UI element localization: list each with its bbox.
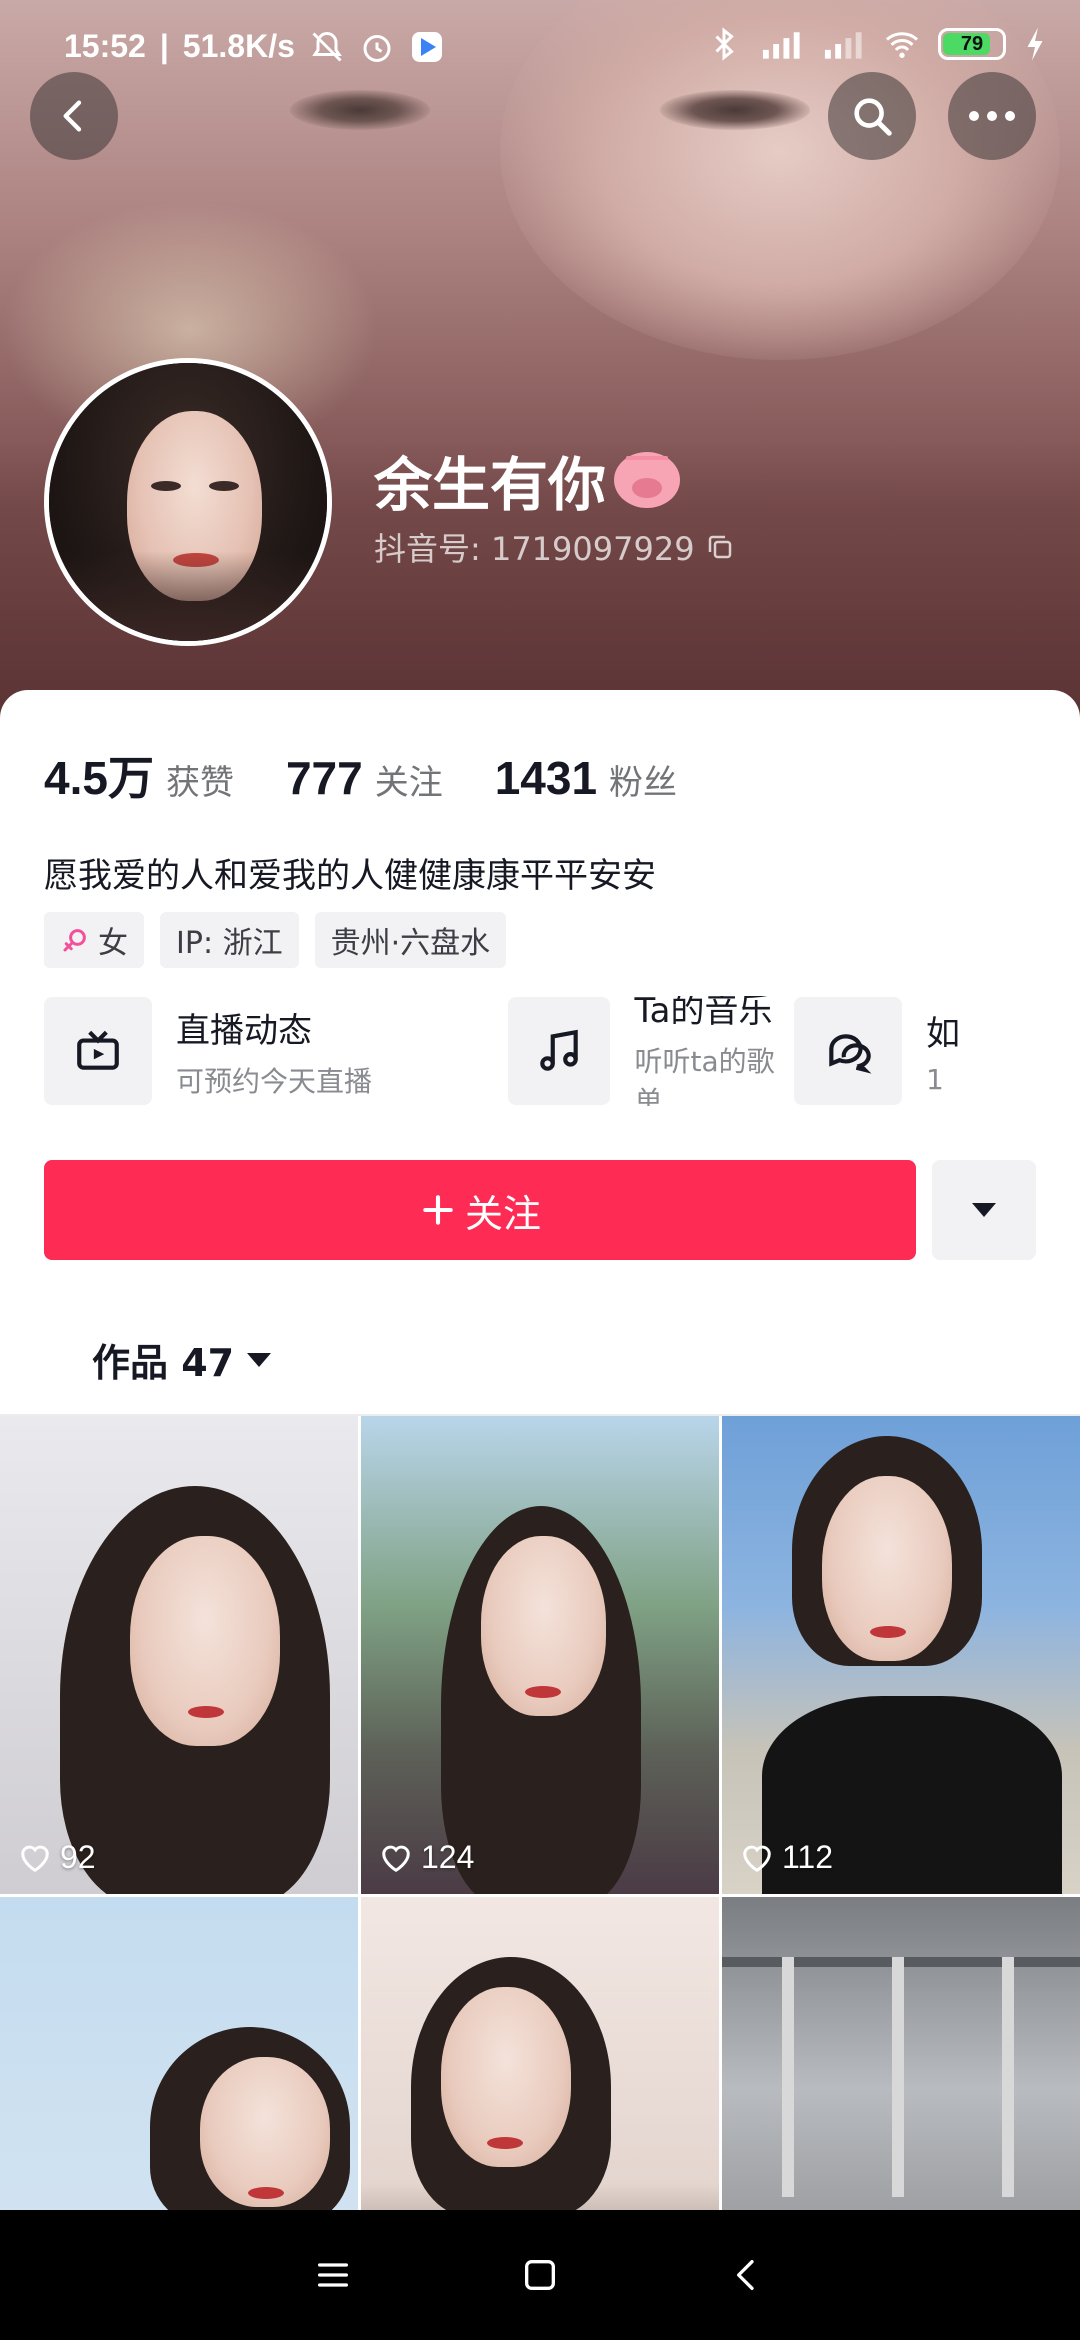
like-count-value: 124: [421, 1839, 475, 1875]
heart-icon: [743, 1845, 771, 1872]
following-label[interactable]: 关注: [375, 755, 443, 804]
profile-name-text: 余生有你: [374, 451, 607, 519]
app-icon: [411, 31, 442, 62]
followers-count[interactable]: 1431: [495, 751, 597, 805]
battery-level: 79: [960, 32, 984, 55]
triangle-down-icon: [972, 1203, 996, 1217]
feature-group[interactable]: 如 1: [794, 996, 1080, 1106]
bio: 愿我爱的人和爱我的人健健康康平平安安: [44, 856, 656, 896]
tag-list: 女 IP: 浙江 贵州·六盘水: [44, 912, 507, 968]
feature-live[interactable]: 直播动态 可预约今天直播: [44, 996, 508, 1106]
like-count: 92: [18, 1839, 96, 1876]
menu-icon[interactable]: [313, 2255, 353, 2295]
mute-bell-icon: [312, 31, 342, 62]
tag-gender: 女: [44, 912, 144, 968]
like-count-value: 92: [60, 1839, 96, 1875]
feature-music[interactable]: Ta的音乐 听听ta的歌单: [508, 996, 794, 1106]
feature-group-subtitle: 1: [926, 1063, 944, 1096]
likes-count[interactable]: 4.5万: [44, 742, 154, 808]
female-icon: [63, 929, 86, 952]
more-horizontal-icon: [969, 111, 1015, 121]
profile-name: 余生有你: [374, 438, 681, 522]
video-thumbnail[interactable]: [0, 1897, 358, 2210]
search-button[interactable]: [828, 72, 916, 160]
video-thumbnail[interactable]: 112: [722, 1416, 1080, 1894]
video-thumbnail[interactable]: [722, 1897, 1080, 2210]
status-net-speed: 51.8K/s: [182, 28, 295, 64]
pig-face-icon: [614, 452, 681, 508]
triangle-down-icon: [247, 1352, 272, 1367]
plus-icon: [423, 1195, 453, 1225]
followers-label[interactable]: 粉丝: [609, 755, 677, 804]
more-button[interactable]: [948, 72, 1036, 160]
feature-music-subtitle: 听听ta的歌单: [634, 1044, 775, 1107]
battery-icon: 79: [938, 28, 1006, 60]
feature-live-title: 直播动态: [176, 1010, 312, 1051]
feature-group-title: 如: [926, 1014, 960, 1054]
like-count: 124: [379, 1839, 474, 1876]
chevron-left-icon: [63, 100, 82, 132]
tab-works-label: 作品 47: [92, 1341, 235, 1385]
feature-row: 直播动态 可预约今天直播 Ta的音乐 听听ta的歌单 如 1: [44, 996, 1080, 1106]
copy-icon[interactable]: [705, 532, 735, 562]
feature-music-title: Ta的音乐: [634, 996, 773, 1031]
likes-label[interactable]: 获赞: [166, 755, 234, 804]
like-count-value: 112: [782, 1839, 834, 1875]
like-count: 112: [740, 1839, 833, 1876]
stats-row: 4.5万 获赞 777 关注 1431 粉丝: [44, 742, 717, 808]
douyin-id: 抖音号: 1719097929: [374, 530, 695, 568]
follow-label: 关注: [464, 1191, 541, 1236]
chat-bubbles-icon: [794, 997, 902, 1105]
system-nav-bar: [0, 2210, 1080, 2340]
video-thumbnail[interactable]: 124: [361, 1416, 719, 1894]
home-square-icon[interactable]: [520, 2255, 560, 2295]
video-grid: 92 124 112: [0, 1416, 1080, 2210]
status-bar: 15:52 | 51.8K/s 79: [0, 0, 1080, 100]
video-thumbnail[interactable]: 92: [0, 1416, 358, 1894]
avatar[interactable]: [44, 358, 332, 646]
video-thumbnail[interactable]: [361, 1897, 719, 2210]
back-button[interactable]: [30, 72, 118, 160]
wifi-icon: [886, 32, 918, 58]
recommend-toggle-button[interactable]: [932, 1160, 1036, 1260]
signal-hd-icon: [762, 32, 800, 59]
feature-live-subtitle: 可预约今天直播: [176, 1064, 373, 1098]
heart-icon: [21, 1845, 49, 1872]
douyin-id-row[interactable]: 抖音号: 1719097929: [374, 524, 735, 570]
tag-ip: IP: 浙江: [160, 912, 299, 968]
charging-icon: [1027, 27, 1043, 61]
tag-location: 贵州·六盘水: [314, 912, 507, 968]
tag-location-label: 贵州·六盘水: [330, 926, 491, 961]
tab-works[interactable]: 作品 47: [92, 1332, 272, 1387]
bluetooth-icon: [715, 27, 734, 61]
tv-icon: [44, 997, 152, 1105]
music-note-icon: [508, 997, 611, 1105]
tag-gender-label: 女: [98, 926, 128, 961]
following-count[interactable]: 777: [286, 751, 363, 805]
follow-button[interactable]: 关注: [44, 1160, 916, 1260]
tag-ip-label: IP: 浙江: [176, 926, 283, 961]
alarm-icon: [363, 34, 391, 62]
signal-hd-icon-2: [824, 32, 862, 59]
back-icon[interactable]: [727, 2255, 767, 2295]
status-time: 15:52: [64, 28, 146, 64]
heart-icon: [382, 1845, 410, 1872]
search-icon: [854, 98, 892, 136]
status-separator: |: [159, 28, 169, 64]
